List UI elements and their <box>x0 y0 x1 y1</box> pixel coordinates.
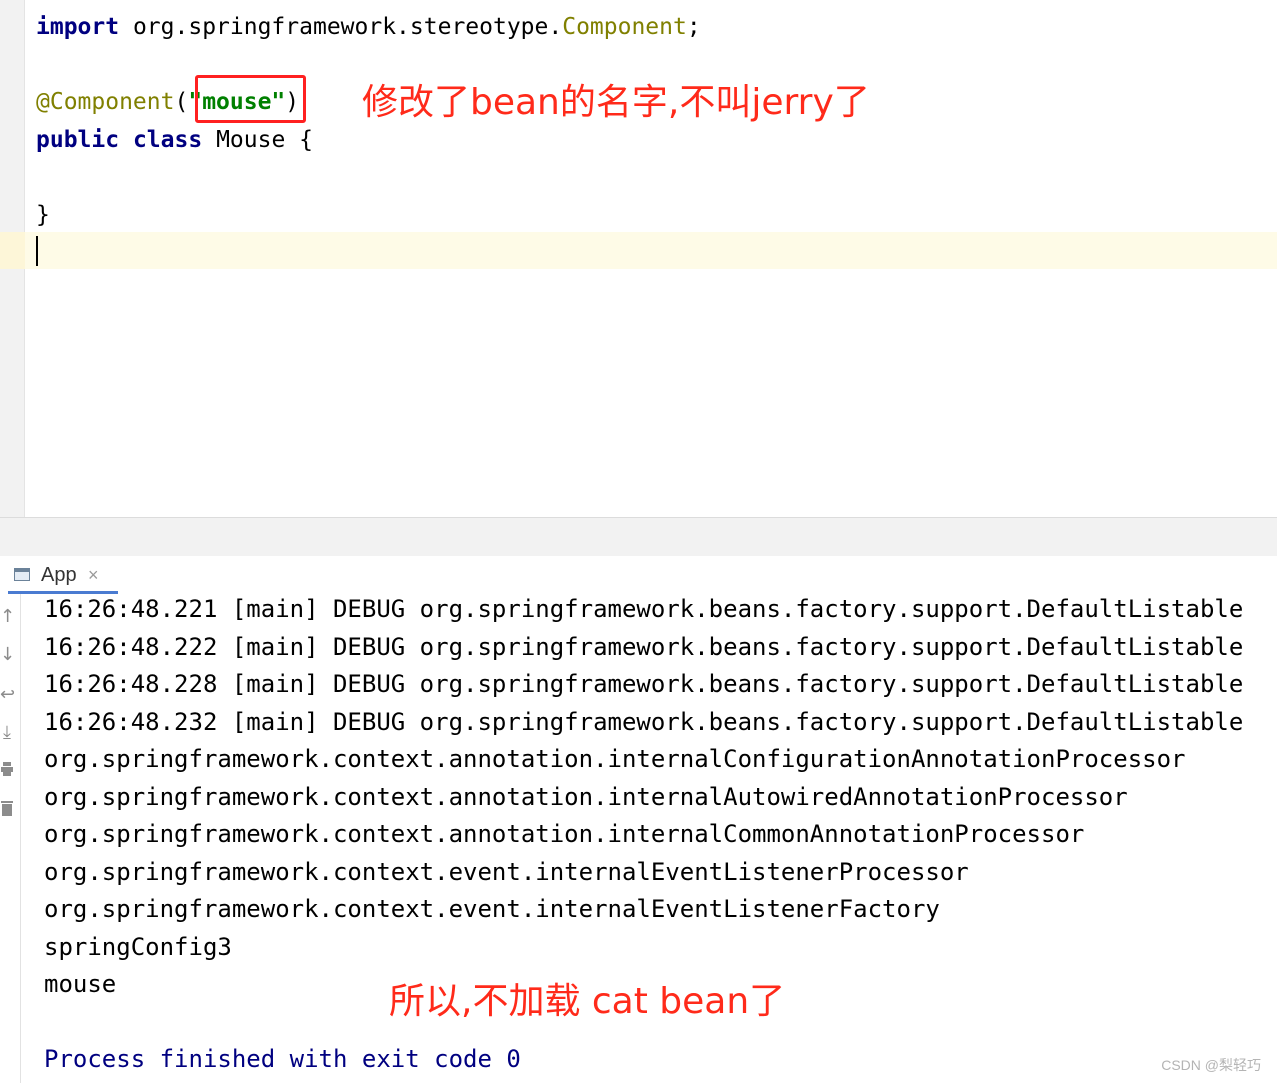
import-terminator: ; <box>686 14 701 40</box>
keyword-public: public <box>36 127 120 153</box>
console-line-7: org.springframework.context.annotation.i… <box>44 820 1085 848</box>
console-line-6: org.springframework.context.annotation.i… <box>44 783 1128 811</box>
editor-annotation-note: 修改了bean的名字,不叫jerry了 <box>362 82 870 123</box>
console-line-8: org.springframework.context.event.intern… <box>44 858 969 886</box>
component-annotation: @Component <box>36 89 175 115</box>
run-console[interactable]: ↑ ↓ ↩ ⤓ 16:26:48.221 [main] DEBUG org.sp… <box>0 594 1277 1083</box>
console-window-icon <box>14 568 30 581</box>
scroll-to-end-icon[interactable]: ⤓ <box>0 724 14 742</box>
import-package-path: org.springframework.stereotype. <box>132 14 563 40</box>
import-class-name: Component <box>562 14 687 40</box>
keyword-import: import <box>36 14 120 40</box>
code-line-import[interactable]: import org.springframework.stereotype.Co… <box>36 12 701 42</box>
bean-name-highlight-box <box>195 75 306 123</box>
console-toolbar: ↑ ↓ ↩ ⤓ <box>0 594 21 1083</box>
console-line-10: springConfig3 <box>44 933 232 961</box>
console-line-11: mouse <box>44 970 117 998</box>
code-line-closing-brace[interactable]: } <box>36 200 50 230</box>
tab-app[interactable]: App × <box>8 556 118 594</box>
code-line-class-declaration[interactable]: public class Mouse { <box>36 125 313 155</box>
annotation-open-paren: ( <box>174 89 189 115</box>
console-line-9: org.springframework.context.event.intern… <box>44 895 940 923</box>
close-icon[interactable]: × <box>88 564 99 586</box>
down-arrow-icon[interactable]: ↓ <box>0 646 15 664</box>
process-exit-message: Process finished with exit code 0 <box>44 1045 521 1073</box>
tab-app-label: App <box>41 564 77 586</box>
run-tab-bar: App × <box>0 556 1277 594</box>
caret-row-highlight <box>0 232 1277 269</box>
clear-icon[interactable] <box>1 800 13 816</box>
console-line-1: 16:26:48.221 [main] DEBUG org.springfram… <box>44 595 1244 623</box>
console-line-3: 16:26:48.228 [main] DEBUG org.springfram… <box>44 670 1244 698</box>
class-name-mouse: Mouse { <box>216 127 313 153</box>
print-icon[interactable] <box>1 762 13 776</box>
code-editor[interactable]: import org.springframework.stereotype.Co… <box>0 0 1277 517</box>
text-caret <box>36 236 38 266</box>
soft-wrap-icon[interactable]: ↩ <box>0 686 15 704</box>
console-line-4: 16:26:48.232 [main] DEBUG org.springfram… <box>44 708 1244 736</box>
console-annotation-note: 所以,不加载 cat bean了 <box>389 981 786 1022</box>
keyword-class: class <box>132 127 203 153</box>
caret-row-gutter-highlight <box>0 232 25 269</box>
tool-window-splitter[interactable] <box>0 517 1277 557</box>
console-line-5: org.springframework.context.annotation.i… <box>44 745 1186 773</box>
up-arrow-icon[interactable]: ↑ <box>0 608 15 626</box>
watermark: CSDN @梨轻巧 <box>1161 1057 1261 1073</box>
console-line-2: 16:26:48.222 [main] DEBUG org.springfram… <box>44 633 1244 661</box>
